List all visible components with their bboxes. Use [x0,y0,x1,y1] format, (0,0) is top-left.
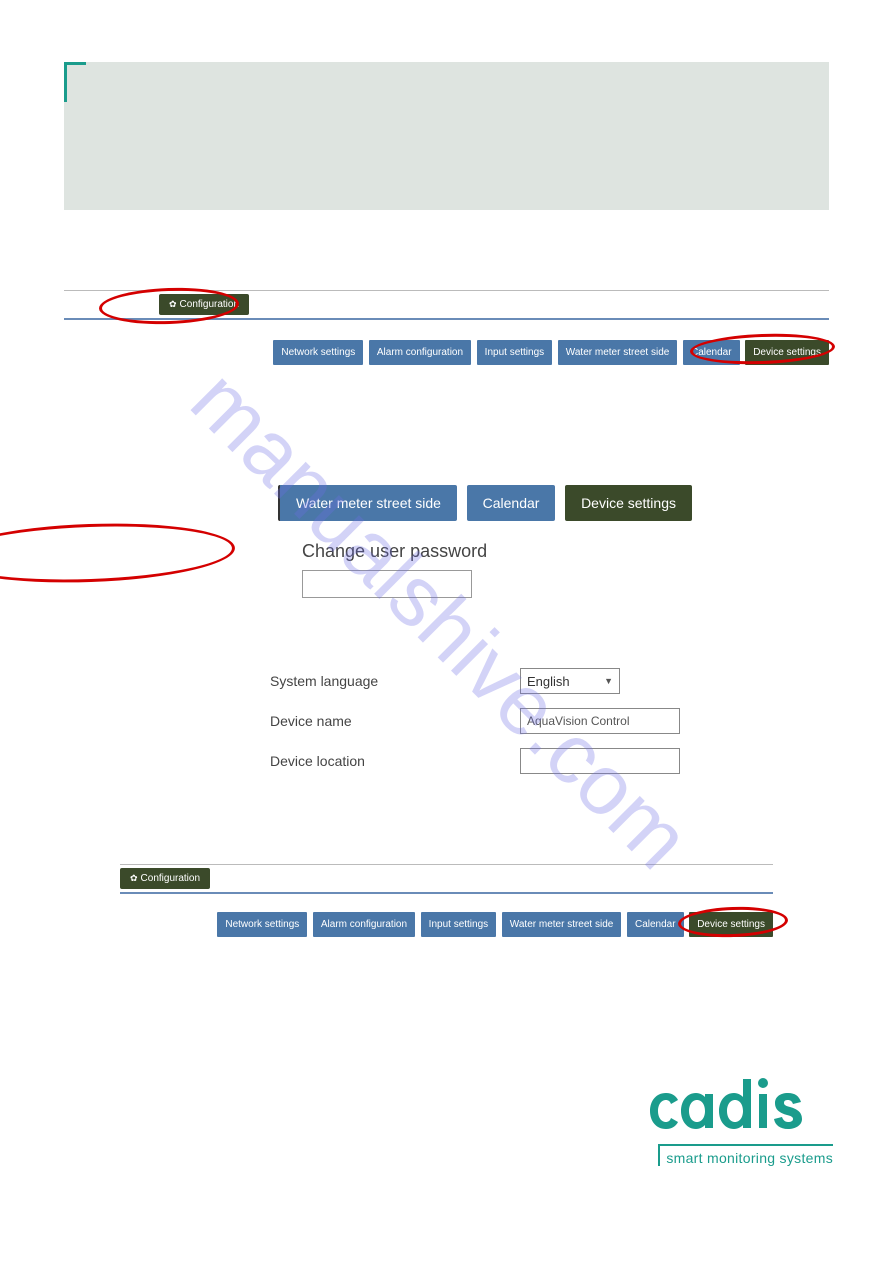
tab-device-settings-zoom[interactable]: Device settings [565,485,692,521]
cadis-logo [648,1077,833,1137]
tab-network-settings-2[interactable]: Network settings [217,912,307,937]
tab-row-2: Network settings Alarm configuration Inp… [120,912,773,937]
system-language-label: System language [270,673,520,689]
divider [120,864,773,865]
form-row-device-name: Device name AquaVision Control [270,708,893,734]
footer-logo-area: smart monitoring systems [0,1077,833,1166]
tab-device-settings[interactable]: Device settings [745,340,829,365]
system-language-select[interactable]: English [520,668,620,694]
configuration-button-2[interactable]: ✿Configuration [120,868,210,889]
device-location-label: Device location [270,753,520,769]
tab-input-settings-2[interactable]: Input settings [421,912,496,937]
divider-blue [120,892,773,894]
divider-blue [64,318,829,320]
device-name-value: AquaVision Control [527,714,630,728]
form-row-language: System language English [270,668,893,694]
configuration-label: Configuration [180,299,239,310]
tab-input-settings[interactable]: Input settings [477,340,552,365]
divider [64,290,829,291]
device-name-input[interactable]: AquaVision Control [520,708,680,734]
tab-water-meter-2[interactable]: Water meter street side [502,912,622,937]
change-user-password-heading: Change user password [302,541,893,562]
annotation-ellipse-change-password [0,519,236,587]
tab-alarm-configuration[interactable]: Alarm configuration [369,340,471,365]
tab-alarm-configuration-2[interactable]: Alarm configuration [313,912,415,937]
tab-calendar-zoom[interactable]: Calendar [467,485,556,521]
screenshot-nav-1: ✿Configuration Network settings Alarm co… [64,290,829,365]
configuration-label-2: Configuration [141,873,200,884]
tab-water-meter[interactable]: Water meter street side [558,340,678,365]
configuration-button[interactable]: ✿Configuration [159,294,249,315]
gear-icon: ✿ [169,299,177,310]
document-header-box [64,62,829,210]
system-language-value: English [527,674,570,689]
tab-calendar-2[interactable]: Calendar [627,912,684,937]
tab-calendar[interactable]: Calendar [683,340,740,365]
device-name-label: Device name [270,713,520,729]
password-input[interactable] [302,570,472,598]
tab-network-settings[interactable]: Network settings [273,340,363,365]
tab-device-settings-2[interactable]: Device settings [689,912,773,937]
gear-icon: ✿ [130,873,138,884]
screenshot-nav-2: ✿Configuration Network settings Alarm co… [120,864,773,937]
device-settings-form: System language English Device name Aqua… [270,668,893,774]
device-location-input[interactable] [520,748,680,774]
tab-row-1: Network settings Alarm configuration Inp… [64,340,829,365]
logo-tagline: smart monitoring systems [658,1144,833,1166]
screenshot-zoom-device-settings: Water meter street side Calendar Device … [0,485,893,774]
tab-row-zoom: Water meter street side Calendar Device … [280,485,893,521]
header-corner-accent [64,62,86,102]
form-row-device-location: Device location [270,748,893,774]
tab-water-meter-zoom[interactable]: Water meter street side [278,485,457,521]
